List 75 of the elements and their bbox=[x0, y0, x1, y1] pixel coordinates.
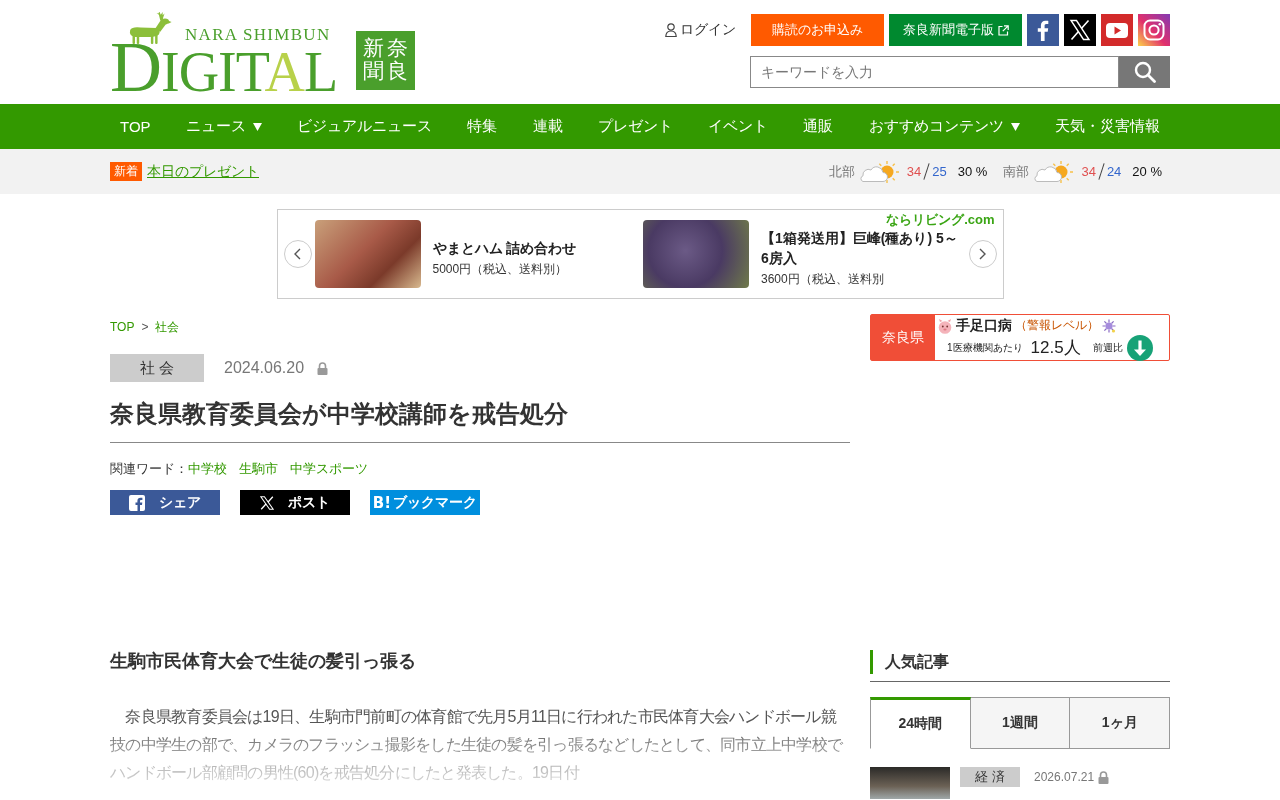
germ-icon bbox=[937, 317, 953, 334]
chevron-left-icon bbox=[294, 248, 301, 260]
disease-alert-banner[interactable]: 奈良県 手足口病 （警報レベル） 1医療機関あたり 12.5人 前週比 bbox=[870, 314, 1170, 361]
x-logo-icon[interactable] bbox=[1064, 14, 1096, 46]
keyword-link[interactable]: 中学スポーツ bbox=[290, 460, 368, 478]
logo-emblem: 奈良新聞 bbox=[356, 31, 415, 90]
rain-chance: 20 % bbox=[1132, 164, 1162, 179]
week-compare-label: 前週比 bbox=[1092, 340, 1123, 355]
x-logo-icon bbox=[260, 495, 274, 510]
bookmark-button[interactable]: B!ブックマーク bbox=[370, 490, 480, 515]
article-date: 2026.07.21 bbox=[1034, 770, 1095, 784]
facebook-share-button[interactable]: シェア bbox=[110, 490, 220, 515]
search-button[interactable] bbox=[1119, 56, 1170, 88]
section-heading: 人気記事 bbox=[870, 650, 1170, 674]
article-title: 奈良県教育委員会が中学校講師を戒告処分 bbox=[110, 397, 850, 443]
youtube-icon[interactable] bbox=[1101, 14, 1133, 46]
nav-item[interactable]: TOP bbox=[110, 104, 161, 149]
high-temperature: 34 bbox=[906, 164, 922, 179]
cloud-sun-icon bbox=[1031, 159, 1074, 184]
logo-wordmark: DIGITAL bbox=[110, 44, 339, 95]
nav-item[interactable]: 特集 bbox=[457, 104, 508, 149]
facebook-icon bbox=[129, 494, 145, 511]
login-link[interactable]: ログイン bbox=[665, 21, 736, 39]
product-price: 5000円（税込、送料別） bbox=[432, 261, 569, 278]
weather-region: 北部 bbox=[828, 162, 855, 181]
photo-placeholder[interactable] bbox=[870, 767, 950, 799]
rain-chance: 30 % bbox=[957, 164, 988, 179]
nav-item[interactable]: ニュース bbox=[175, 104, 272, 149]
nav-item[interactable]: 連載 bbox=[522, 104, 573, 149]
present-link[interactable]: 本日のプレゼント bbox=[147, 162, 259, 181]
nav-item[interactable]: ビジュアルニュース bbox=[287, 104, 443, 149]
tab[interactable]: 24時間 bbox=[870, 697, 971, 749]
alert-region: 奈良県 bbox=[871, 315, 935, 360]
person-icon bbox=[665, 23, 677, 37]
nav-item[interactable]: 通販 bbox=[793, 104, 844, 149]
x-post-button[interactable]: ポスト bbox=[240, 490, 350, 515]
nav-item[interactable]: プレゼント bbox=[587, 104, 683, 149]
disease-name: 手足口病 bbox=[956, 316, 1012, 335]
logo-tagline: NARA SHIMBUN bbox=[185, 27, 331, 43]
keyword-link[interactable]: 生駒市 bbox=[239, 460, 278, 478]
digital-edition-button[interactable]: 奈良新聞電子版 bbox=[889, 14, 1022, 46]
related-label: 関連ワード： bbox=[110, 460, 188, 478]
brand-logo: ならリビング.com bbox=[886, 212, 995, 227]
nav-item[interactable]: 天気・災害情報 bbox=[1044, 104, 1170, 149]
search-field[interactable]: キーワードを入力 bbox=[750, 56, 1119, 88]
low-temperature: 24 bbox=[1106, 164, 1122, 179]
breadcrumb-link[interactable]: 社会 bbox=[155, 320, 180, 335]
breadcrumb-separator: > bbox=[141, 320, 149, 335]
nav-item[interactable]: イベント bbox=[698, 104, 779, 149]
article-date: 2024.06.20 bbox=[224, 359, 305, 377]
tab[interactable]: 1ヶ月 bbox=[1070, 697, 1170, 749]
alert-level: （警報レベル） bbox=[1015, 317, 1099, 334]
chevron-right-icon bbox=[979, 248, 986, 260]
virus-icon bbox=[1102, 318, 1116, 333]
low-temperature: 25 bbox=[932, 164, 947, 179]
nav-item[interactable]: おすすめコンテンツ bbox=[858, 104, 1030, 149]
keyword-link[interactable]: 中学校 bbox=[188, 460, 227, 478]
product-title[interactable]: 【1箱発送用】巨峰(種あり) 5～6房入 bbox=[761, 228, 965, 268]
high-temperature: 34 bbox=[1081, 164, 1096, 179]
per-clinic-label: 1医療機関あたり bbox=[947, 340, 1023, 355]
product-price: 3600円（税込、送料別 bbox=[761, 271, 885, 288]
new-badge: 新着 bbox=[110, 162, 142, 181]
weather-region: 南部 bbox=[1003, 162, 1030, 181]
tab[interactable]: 1週間 bbox=[970, 697, 1071, 749]
search-icon bbox=[1133, 61, 1156, 83]
instagram-icon[interactable] bbox=[1138, 14, 1170, 46]
photo-placeholder[interactable] bbox=[314, 220, 421, 288]
facebook-icon[interactable] bbox=[1027, 14, 1059, 46]
product-title[interactable]: やまとハム 詰め合わせ bbox=[432, 238, 577, 258]
subscribe-button[interactable]: 購読のお申込み bbox=[751, 14, 884, 46]
category-tag: 経 済 bbox=[960, 767, 1020, 787]
article-subheading: 生駒市民体育大会で生徒の髪引っ張る bbox=[110, 650, 417, 673]
category-tag: 社 会 bbox=[110, 354, 204, 382]
case-count: 12.5人 bbox=[1030, 337, 1081, 359]
breadcrumb-link[interactable]: TOP bbox=[110, 320, 135, 335]
